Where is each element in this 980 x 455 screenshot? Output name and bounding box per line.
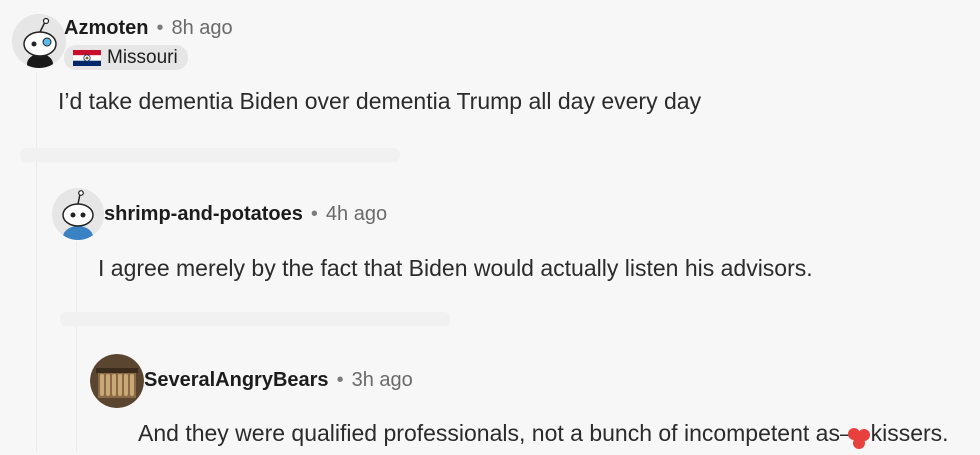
- avatar[interactable]: [90, 354, 144, 408]
- username[interactable]: SeveralAngryBears: [144, 369, 329, 392]
- timestamp[interactable]: 3h ago: [352, 369, 413, 392]
- censor-blob-icon: [848, 428, 870, 449]
- separator-dot: •: [336, 368, 344, 391]
- comment-meta: SeveralAngryBears • 3h ago: [144, 366, 413, 394]
- comment-body: And they were qualified professionals, n…: [138, 420, 949, 446]
- profile-photo-icon: [90, 354, 144, 408]
- comment-severalangrybears: SeveralAngryBears • 3h ago And they were…: [0, 0, 980, 455]
